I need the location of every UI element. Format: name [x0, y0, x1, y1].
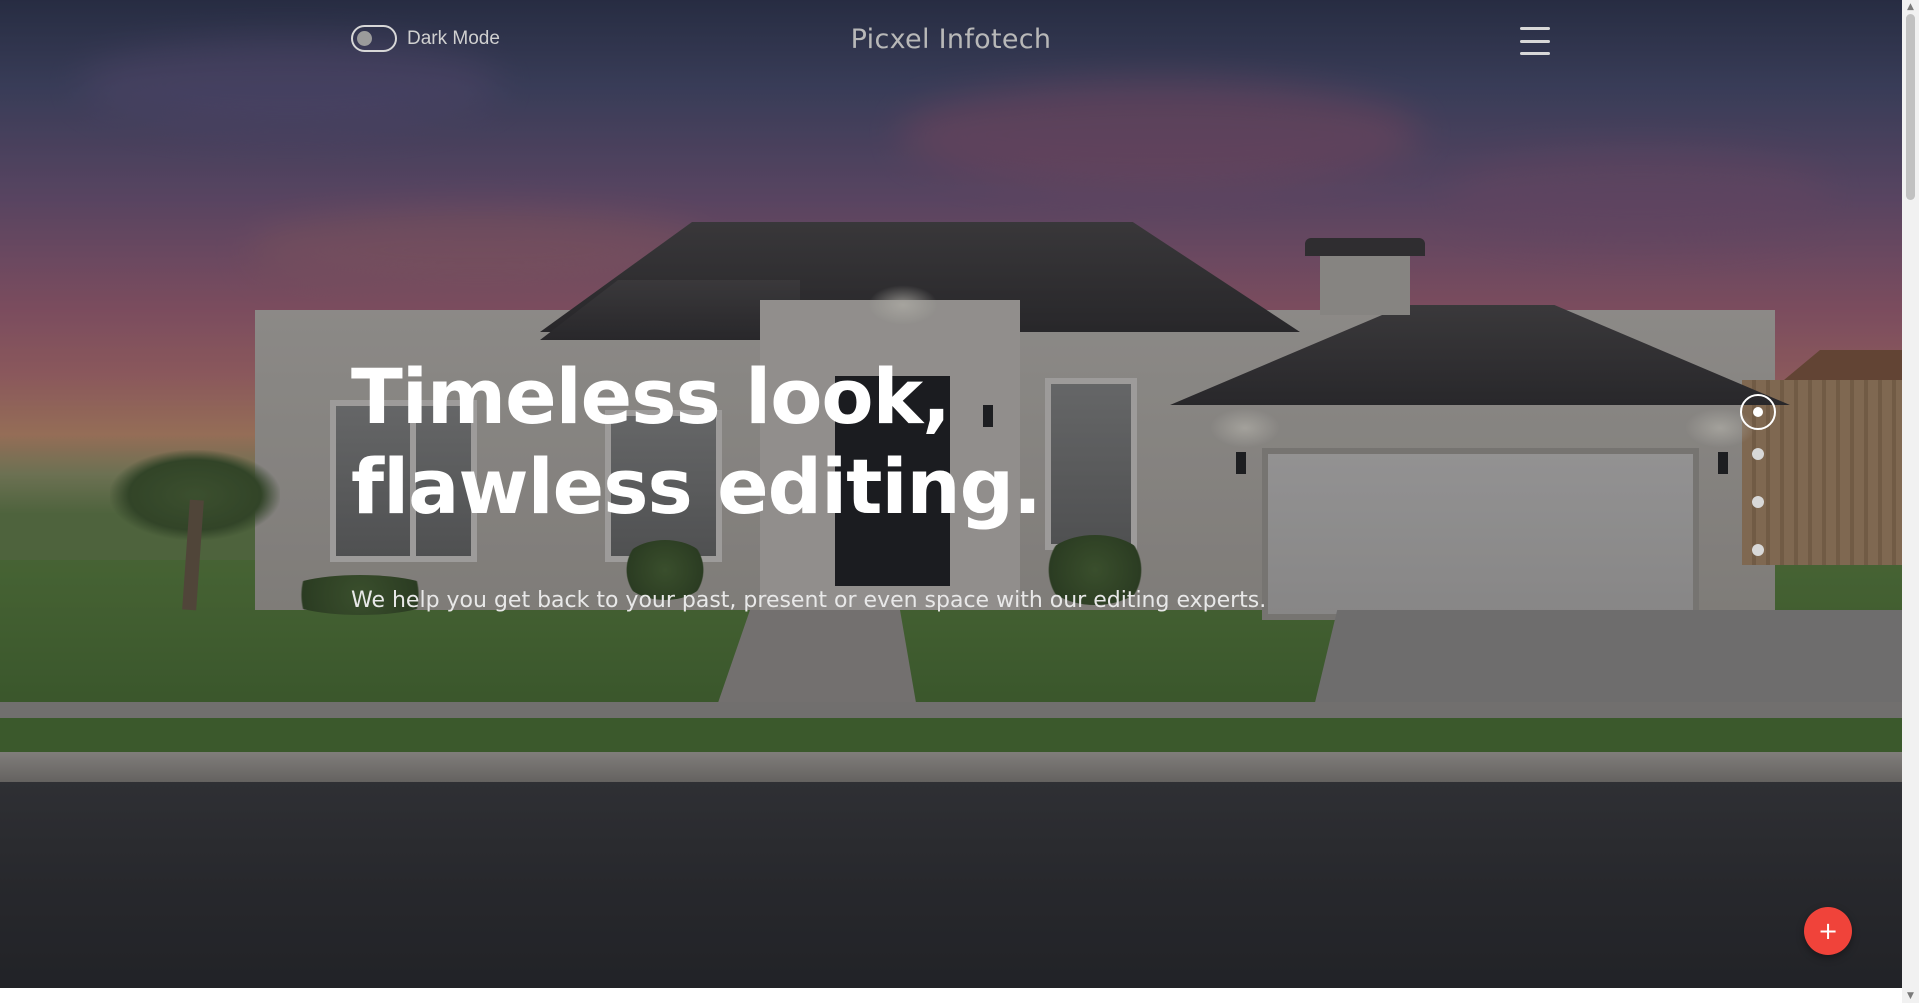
- hamburger-bar: [1520, 52, 1550, 55]
- scroll-down-arrow-icon[interactable]: ▼: [1902, 989, 1919, 1003]
- scroll-up-arrow-icon[interactable]: ▲: [1902, 0, 1919, 14]
- hero-title-line-2: flawless editing.: [351, 442, 1042, 531]
- slide-dot-1-active[interactable]: [1740, 394, 1776, 430]
- plus-icon: +: [1817, 917, 1839, 945]
- scroll-thumb[interactable]: [1906, 14, 1915, 200]
- hamburger-menu-icon[interactable]: [1520, 27, 1550, 55]
- hero-title: Timeless look, flawless editing.: [351, 352, 1451, 532]
- slide-dot-4[interactable]: [1752, 544, 1764, 556]
- brand-logo-text[interactable]: Picxel Infotech: [0, 24, 1902, 55]
- hero-section: Dark Mode Picxel Infotech Timeless look,…: [0, 0, 1902, 988]
- floating-add-button[interactable]: +: [1804, 907, 1852, 955]
- page-scrollbar[interactable]: ▲ ▼: [1902, 0, 1919, 1003]
- hero-subtitle: We help you get back to your past, prese…: [351, 588, 1267, 613]
- slide-dot-2[interactable]: [1752, 448, 1764, 460]
- hamburger-bar: [1520, 27, 1550, 30]
- hamburger-bar: [1520, 39, 1550, 43]
- slide-dot-3[interactable]: [1752, 496, 1764, 508]
- hero-title-line-1: Timeless look,: [351, 352, 951, 441]
